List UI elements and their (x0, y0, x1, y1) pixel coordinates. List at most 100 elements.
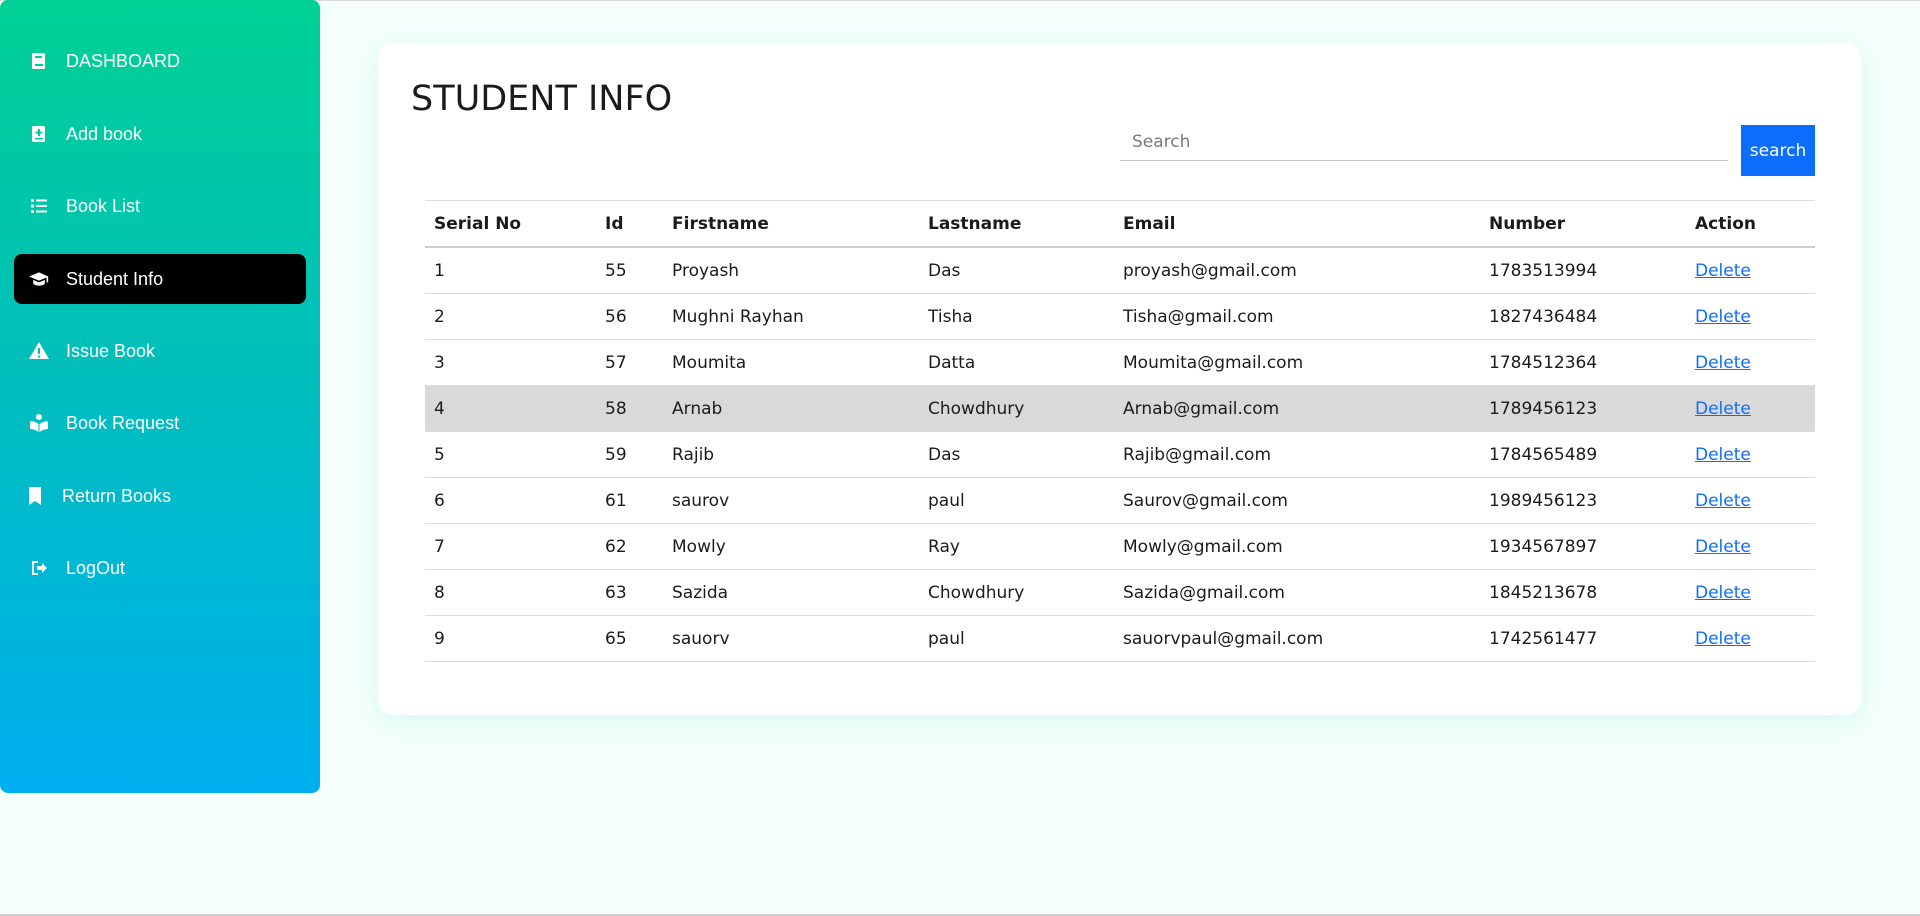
cell-serial-no: 1 (425, 247, 596, 294)
cell-firstname: saurov (663, 477, 919, 524)
sidebar-item-return-books[interactable]: Return Books (14, 471, 306, 521)
search-input[interactable] (1120, 123, 1728, 161)
delete-link[interactable]: Delete (1695, 491, 1751, 511)
sidebar-item-book-list[interactable]: Book List (14, 181, 306, 231)
cell-email: proyash@gmail.com (1114, 247, 1480, 294)
bookmark-icon (24, 485, 46, 507)
delete-link[interactable]: Delete (1695, 445, 1751, 465)
cell-number: 1784565489 (1480, 431, 1686, 478)
cell-serial-no: 9 (425, 615, 596, 662)
cell-lastname: Datta (919, 339, 1114, 386)
search-button[interactable]: search (1741, 125, 1815, 176)
delete-link[interactable]: Delete (1695, 353, 1751, 373)
sidebar-item-label: Book Request (66, 412, 180, 433)
cell-number: 1989456123 (1480, 477, 1686, 524)
column-header-email: Email (1114, 200, 1480, 248)
column-header-id: Id (596, 200, 663, 248)
cell-action: Delete (1686, 293, 1815, 340)
cell-lastname: Das (919, 431, 1114, 478)
sidebar-item-student-info[interactable]: Student Info (14, 254, 306, 304)
cell-id: 63 (596, 569, 663, 616)
cell-number: 1845213678 (1480, 569, 1686, 616)
cell-email: sauorvpaul@gmail.com (1114, 615, 1480, 662)
student-table: Serial No Id Firstname Lastname Email Nu… (425, 200, 1815, 662)
cell-email: Arnab@gmail.com (1114, 385, 1480, 432)
cell-serial-no: 3 (425, 339, 596, 386)
cell-id: 55 (596, 247, 663, 294)
column-header-action: Action (1686, 200, 1815, 248)
cell-action: Delete (1686, 615, 1815, 662)
sidebar-item-label: Add book (66, 123, 143, 144)
logout-icon (28, 557, 50, 579)
cell-number: 1783513994 (1480, 247, 1686, 294)
sidebar-item-label: LogOut (66, 557, 126, 578)
cell-lastname: paul (919, 477, 1114, 524)
cell-id: 58 (596, 385, 663, 432)
column-header-firstname: Firstname (663, 200, 919, 248)
sidebar-item-issue-book[interactable]: Issue Book (14, 326, 306, 376)
cell-id: 61 (596, 477, 663, 524)
cell-lastname: Chowdhury (919, 385, 1114, 432)
delete-link[interactable]: Delete (1695, 399, 1751, 419)
cell-email: Sazida@gmail.com (1114, 569, 1480, 616)
column-header-lastname: Lastname (919, 200, 1114, 248)
cell-lastname: Das (919, 247, 1114, 294)
table-row: 1 55 Proyash Das proyash@gmail.com 1783513994… (425, 247, 1815, 294)
cell-id: 59 (596, 431, 663, 478)
sidebar-item-label: Student Info (66, 268, 164, 289)
sidebar-item-label: DASHBOARD (66, 50, 181, 71)
cell-email: Tisha@gmail.com (1114, 293, 1480, 340)
sidebar-item-label: Issue Book (66, 340, 156, 361)
cell-number: 1789456123 (1480, 385, 1686, 432)
cell-number: 1827436484 (1480, 293, 1686, 340)
cell-firstname: Mughni Rayhan (663, 293, 919, 340)
cell-action: Delete (1686, 431, 1815, 478)
delete-link[interactable]: Delete (1695, 629, 1751, 649)
cell-id: 57 (596, 339, 663, 386)
table-row: 6 61 saurov paul Saurov@gmail.com 1989456123 D… (425, 477, 1815, 524)
cell-email: Rajib@gmail.com (1114, 431, 1480, 478)
table-row: 7 62 Mowly Ray Mowly@gmail.com 1934567897 Dele… (425, 523, 1815, 570)
cell-firstname: Mowly (663, 523, 919, 570)
cell-action: Delete (1686, 385, 1815, 432)
cell-id: 62 (596, 523, 663, 570)
cell-id: 65 (596, 615, 663, 662)
table-row: 8 63 Sazida Chowdhury Sazida@gmail.com 184521… (425, 569, 1815, 616)
cell-action: Delete (1686, 477, 1815, 524)
cell-action: Delete (1686, 339, 1815, 386)
cell-serial-no: 7 (425, 523, 596, 570)
delete-link[interactable]: Delete (1695, 583, 1751, 603)
sidebar-item-dashboard[interactable]: DASHBOARD (14, 36, 306, 86)
cell-email: Mowly@gmail.com (1114, 523, 1480, 570)
cell-serial-no: 4 (425, 385, 596, 432)
sidebar-item-add-book[interactable]: Add book (14, 109, 306, 159)
cell-serial-no: 2 (425, 293, 596, 340)
cell-serial-no: 8 (425, 569, 596, 616)
book-add-icon (28, 123, 50, 145)
sidebar-item-label: Book List (66, 195, 141, 216)
cell-number: 1934567897 (1480, 523, 1686, 570)
cell-email: Saurov@gmail.com (1114, 477, 1480, 524)
student-info-card: STUDENT INFO search Serial No Id Firstna… (378, 43, 1861, 715)
cell-firstname: Arnab (663, 385, 919, 432)
cell-firstname: Moumita (663, 339, 919, 386)
cell-lastname: Ray (919, 523, 1114, 570)
cell-action: Delete (1686, 247, 1815, 294)
sidebar-item-logout[interactable]: LogOut (14, 543, 306, 593)
sidebar-item-label: Return Books (62, 485, 172, 506)
cell-id: 56 (596, 293, 663, 340)
cell-serial-no: 6 (425, 477, 596, 524)
book-reader-icon (28, 412, 50, 434)
graduation-cap-icon (28, 268, 50, 290)
cell-action: Delete (1686, 523, 1815, 570)
column-header-number: Number (1480, 200, 1686, 248)
sidebar-item-book-request[interactable]: Book Request (14, 398, 306, 448)
delete-link[interactable]: Delete (1695, 537, 1751, 557)
sidebar: DASHBOARD Add book Book List Student Inf… (0, 0, 320, 793)
table-header-row: Serial No Id Firstname Lastname Email Nu… (425, 200, 1815, 248)
table-row: 3 57 Moumita Datta Moumita@gmail.com 17845123… (425, 339, 1815, 386)
table-row: 4 58 Arnab Chowdhury Arnab@gmail.com 17894561… (425, 385, 1815, 432)
cell-lastname: Chowdhury (919, 569, 1114, 616)
delete-link[interactable]: Delete (1695, 307, 1751, 327)
delete-link[interactable]: Delete (1695, 261, 1751, 281)
